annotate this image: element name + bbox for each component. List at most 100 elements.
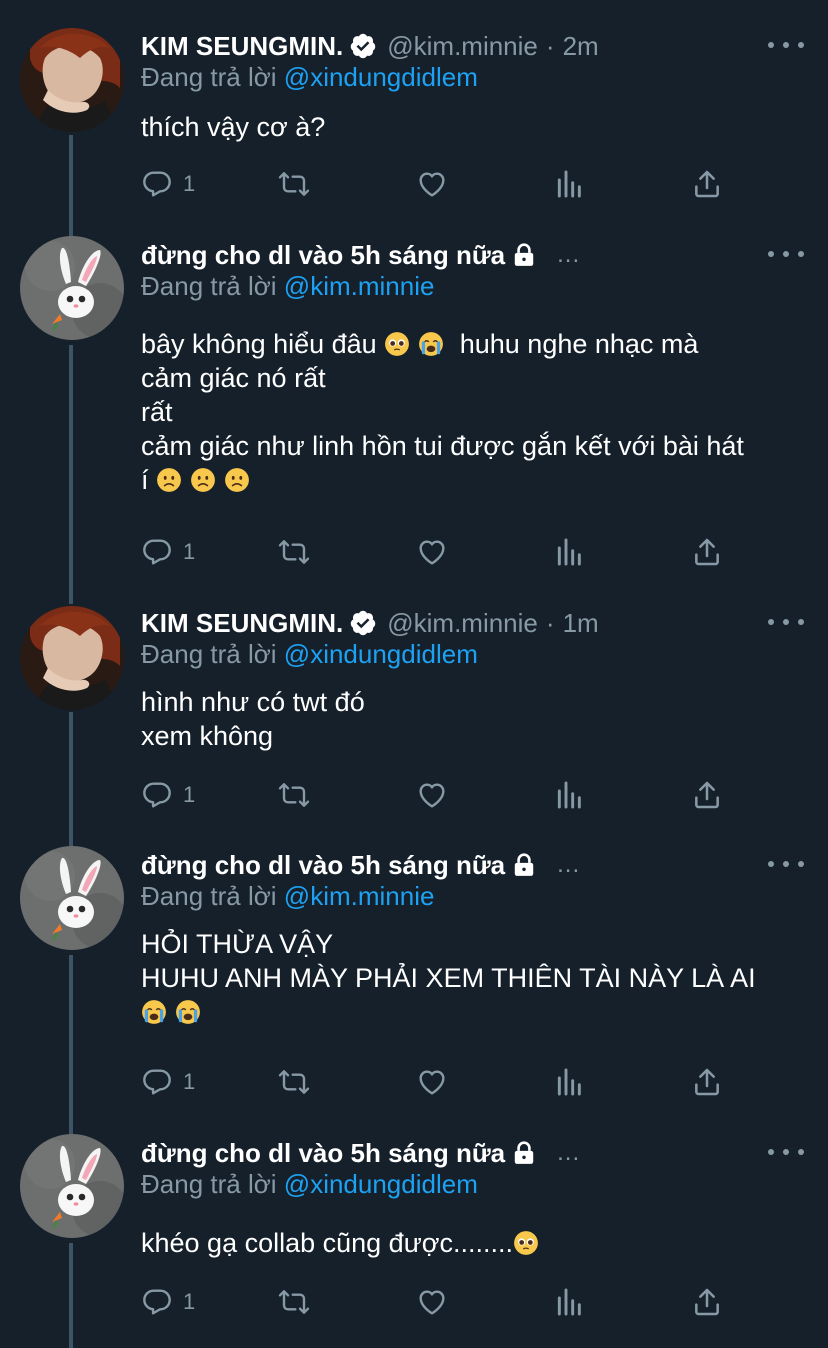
analytics-icon bbox=[554, 1066, 586, 1098]
timestamp[interactable]: 1m bbox=[563, 608, 599, 639]
tweet[interactable]: đừng cho dl vào 5h sáng nữa ... Đang trả… bbox=[0, 230, 828, 600]
mention-link[interactable]: @xindungdidlem bbox=[284, 1169, 478, 1199]
analytics-button[interactable] bbox=[554, 777, 586, 813]
truncated-handle: ... bbox=[557, 1139, 581, 1166]
display-name[interactable]: KIM SEUNGMIN. bbox=[141, 608, 343, 639]
analytics-button[interactable] bbox=[554, 534, 586, 570]
more-options-icon[interactable] bbox=[768, 35, 804, 55]
retweet-button[interactable] bbox=[278, 1064, 310, 1100]
tweet-text-line: HỎI THỪA VẬY bbox=[141, 929, 334, 959]
display-name[interactable]: đừng cho dl vào 5h sáng nữa bbox=[141, 240, 505, 271]
tweet-text: thích vậy cơ à? bbox=[141, 110, 808, 144]
reply-icon bbox=[141, 1066, 173, 1098]
reply-icon bbox=[141, 779, 173, 811]
verified-icon bbox=[349, 609, 377, 637]
reply-button[interactable]: 1 bbox=[141, 777, 195, 813]
analytics-icon bbox=[554, 1286, 586, 1318]
tweet[interactable]: đừng cho dl vào 5h sáng nữa ... Đang trả… bbox=[0, 840, 828, 1130]
retweet-button[interactable] bbox=[278, 166, 310, 202]
more-options-icon[interactable] bbox=[768, 854, 804, 874]
retweet-button[interactable] bbox=[278, 777, 310, 813]
tweet-actions: 1 bbox=[141, 534, 741, 570]
share-icon bbox=[691, 1286, 723, 1318]
reply-button[interactable]: 1 bbox=[141, 1064, 195, 1100]
user-handle[interactable]: @kim.minnie bbox=[387, 608, 538, 639]
reply-count: 1 bbox=[183, 782, 196, 807]
tweet-text-line: bây không hiểu đâu huhu nghe nhạc mà bbox=[141, 329, 699, 359]
replying-label: Đang trả lời bbox=[141, 271, 277, 301]
analytics-button[interactable] bbox=[554, 166, 586, 202]
truncated-handle: ... bbox=[557, 851, 581, 878]
tweet-text-line: HUHU ANH MÀY PHẢI XEM THIÊN TÀI NÀY LÀ A… bbox=[141, 963, 756, 993]
replying-label: Đang trả lời bbox=[141, 639, 277, 669]
pleading-face-icon bbox=[513, 1230, 539, 1256]
heart-icon bbox=[416, 779, 448, 811]
tweet[interactable]: KIM SEUNGMIN. @kim.minnie · 2m Đang trả … bbox=[0, 0, 828, 230]
replying-to: Đang trả lời @xindungdidlem bbox=[141, 1169, 478, 1203]
frowning-face-icon bbox=[156, 467, 182, 493]
avatar[interactable] bbox=[20, 1134, 124, 1238]
reply-count: 1 bbox=[183, 539, 196, 564]
tweet-actions: 1 bbox=[141, 1284, 741, 1320]
tweet-text-line: í bbox=[141, 463, 808, 497]
reply-count: 1 bbox=[183, 171, 196, 196]
crying-face-icon bbox=[141, 999, 167, 1025]
analytics-button[interactable] bbox=[554, 1284, 586, 1320]
display-name[interactable]: đừng cho dl vào 5h sáng nữa bbox=[141, 850, 505, 881]
mention-link[interactable]: @xindungdidlem bbox=[284, 62, 478, 92]
heart-icon bbox=[416, 1286, 448, 1318]
replying-label: Đang trả lời bbox=[141, 1169, 277, 1199]
reply-button[interactable]: 1 bbox=[141, 166, 195, 202]
heart-icon bbox=[416, 536, 448, 568]
share-button[interactable] bbox=[691, 534, 723, 570]
tweet-header: KIM SEUNGMIN. @kim.minnie · 1m bbox=[141, 605, 768, 641]
separator-dot: · bbox=[545, 607, 555, 638]
retweet-button[interactable] bbox=[278, 1284, 310, 1320]
like-button[interactable] bbox=[416, 1284, 448, 1320]
mention-link[interactable]: @kim.minnie bbox=[284, 271, 435, 301]
analytics-button[interactable] bbox=[554, 1064, 586, 1100]
pleading-face-icon bbox=[384, 331, 410, 357]
tweet-actions: 1 bbox=[141, 1064, 741, 1100]
tweet[interactable]: KIM SEUNGMIN. @kim.minnie · 1m Đang trả … bbox=[0, 600, 828, 840]
reply-button[interactable]: 1 bbox=[141, 534, 195, 570]
avatar[interactable] bbox=[20, 236, 124, 340]
more-options-icon[interactable] bbox=[768, 244, 804, 264]
retweet-icon bbox=[278, 536, 310, 568]
tweet-header: đừng cho dl vào 5h sáng nữa ... bbox=[141, 1135, 768, 1171]
like-button[interactable] bbox=[416, 534, 448, 570]
display-name[interactable]: KIM SEUNGMIN. bbox=[141, 31, 343, 62]
like-button[interactable] bbox=[416, 777, 448, 813]
like-button[interactable] bbox=[416, 1064, 448, 1100]
more-options-icon[interactable] bbox=[768, 612, 804, 632]
mention-link[interactable]: @kim.minnie bbox=[284, 881, 435, 911]
reply-button[interactable]: 1 bbox=[141, 1284, 195, 1320]
mention-link[interactable]: @xindungdidlem bbox=[284, 639, 478, 669]
more-options-icon[interactable] bbox=[768, 1142, 804, 1162]
avatar[interactable] bbox=[20, 606, 124, 710]
avatar[interactable] bbox=[20, 846, 124, 950]
tweet-text-line bbox=[141, 995, 808, 1029]
tweet-header: đừng cho dl vào 5h sáng nữa ... bbox=[141, 237, 768, 273]
retweet-button[interactable] bbox=[278, 534, 310, 570]
like-button[interactable] bbox=[416, 166, 448, 202]
tweet[interactable]: đừng cho dl vào 5h sáng nữa ... Đang trả… bbox=[0, 1130, 828, 1348]
frowning-face-icon bbox=[224, 467, 250, 493]
tweet-text-line: xem không bbox=[141, 721, 274, 751]
display-name[interactable]: đừng cho dl vào 5h sáng nữa bbox=[141, 1138, 505, 1169]
share-button[interactable] bbox=[691, 166, 723, 202]
replying-label: Đang trả lời bbox=[141, 881, 277, 911]
retweet-icon bbox=[278, 168, 310, 200]
analytics-icon bbox=[554, 779, 586, 811]
user-handle[interactable]: @kim.minnie bbox=[387, 31, 538, 62]
retweet-icon bbox=[278, 1066, 310, 1098]
avatar[interactable] bbox=[20, 28, 124, 132]
lock-icon bbox=[511, 242, 537, 268]
tweet-header: đừng cho dl vào 5h sáng nữa ... bbox=[141, 847, 768, 883]
share-button[interactable] bbox=[691, 777, 723, 813]
tweet-text-line: hình như có twt đó bbox=[141, 687, 365, 717]
share-button[interactable] bbox=[691, 1064, 723, 1100]
timestamp[interactable]: 2m bbox=[563, 31, 599, 62]
reply-icon bbox=[141, 168, 173, 200]
share-button[interactable] bbox=[691, 1284, 723, 1320]
